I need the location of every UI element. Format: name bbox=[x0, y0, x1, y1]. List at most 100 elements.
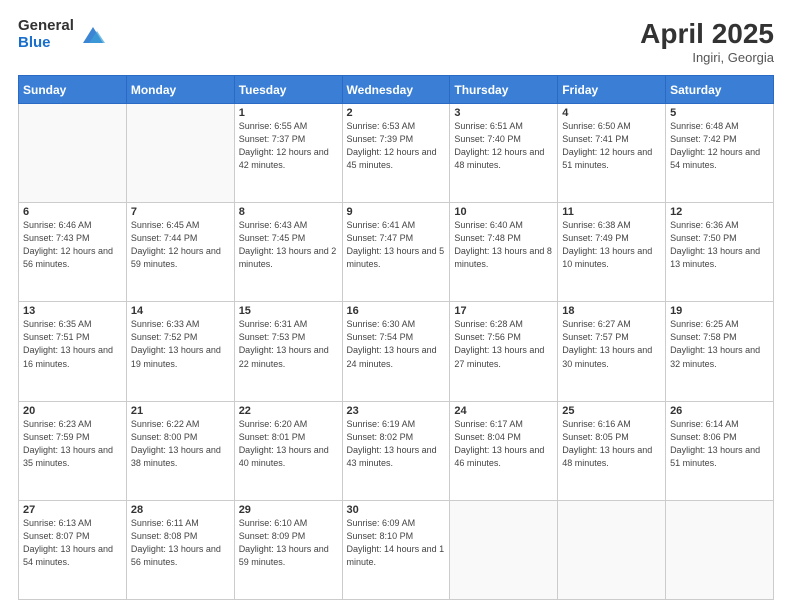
calendar-cell: 25Sunrise: 6:16 AMSunset: 8:05 PMDayligh… bbox=[558, 401, 666, 500]
day-number: 14 bbox=[131, 305, 230, 317]
day-number: 27 bbox=[23, 504, 122, 516]
calendar-cell: 20Sunrise: 6:23 AMSunset: 7:59 PMDayligh… bbox=[19, 401, 127, 500]
calendar-cell: 23Sunrise: 6:19 AMSunset: 8:02 PMDayligh… bbox=[342, 401, 450, 500]
day-number: 13 bbox=[23, 305, 122, 317]
calendar-cell: 26Sunrise: 6:14 AMSunset: 8:06 PMDayligh… bbox=[666, 401, 774, 500]
day-number: 23 bbox=[347, 405, 446, 417]
logo-icon bbox=[79, 21, 107, 49]
calendar-cell: 12Sunrise: 6:36 AMSunset: 7:50 PMDayligh… bbox=[666, 203, 774, 302]
day-info: Sunrise: 6:10 AMSunset: 8:09 PMDaylight:… bbox=[239, 517, 338, 569]
title-location: Ingiri, Georgia bbox=[640, 50, 774, 65]
day-number: 26 bbox=[670, 405, 769, 417]
day-info: Sunrise: 6:55 AMSunset: 7:37 PMDaylight:… bbox=[239, 120, 338, 172]
day-info: Sunrise: 6:13 AMSunset: 8:07 PMDaylight:… bbox=[23, 517, 122, 569]
calendar-cell bbox=[126, 104, 234, 203]
weekday-header-friday: Friday bbox=[558, 76, 666, 104]
logo-general: General bbox=[18, 18, 74, 35]
calendar-table: SundayMondayTuesdayWednesdayThursdayFrid… bbox=[18, 75, 774, 600]
calendar-cell: 2Sunrise: 6:53 AMSunset: 7:39 PMDaylight… bbox=[342, 104, 450, 203]
calendar-cell: 11Sunrise: 6:38 AMSunset: 7:49 PMDayligh… bbox=[558, 203, 666, 302]
day-info: Sunrise: 6:22 AMSunset: 8:00 PMDaylight:… bbox=[131, 418, 230, 470]
day-number: 4 bbox=[562, 107, 661, 119]
calendar-cell: 24Sunrise: 6:17 AMSunset: 8:04 PMDayligh… bbox=[450, 401, 558, 500]
calendar-cell: 4Sunrise: 6:50 AMSunset: 7:41 PMDaylight… bbox=[558, 104, 666, 203]
day-number: 22 bbox=[239, 405, 338, 417]
day-info: Sunrise: 6:31 AMSunset: 7:53 PMDaylight:… bbox=[239, 318, 338, 370]
calendar-cell: 15Sunrise: 6:31 AMSunset: 7:53 PMDayligh… bbox=[234, 302, 342, 401]
day-number: 10 bbox=[454, 206, 553, 218]
day-info: Sunrise: 6:11 AMSunset: 8:08 PMDaylight:… bbox=[131, 517, 230, 569]
calendar-cell: 30Sunrise: 6:09 AMSunset: 8:10 PMDayligh… bbox=[342, 500, 450, 599]
calendar-cell: 14Sunrise: 6:33 AMSunset: 7:52 PMDayligh… bbox=[126, 302, 234, 401]
day-info: Sunrise: 6:45 AMSunset: 7:44 PMDaylight:… bbox=[131, 219, 230, 271]
calendar-cell: 21Sunrise: 6:22 AMSunset: 8:00 PMDayligh… bbox=[126, 401, 234, 500]
week-row-5: 27Sunrise: 6:13 AMSunset: 8:07 PMDayligh… bbox=[19, 500, 774, 599]
calendar-cell: 1Sunrise: 6:55 AMSunset: 7:37 PMDaylight… bbox=[234, 104, 342, 203]
calendar-cell: 18Sunrise: 6:27 AMSunset: 7:57 PMDayligh… bbox=[558, 302, 666, 401]
logo-text: General Blue bbox=[18, 18, 74, 51]
day-info: Sunrise: 6:14 AMSunset: 8:06 PMDaylight:… bbox=[670, 418, 769, 470]
day-info: Sunrise: 6:53 AMSunset: 7:39 PMDaylight:… bbox=[347, 120, 446, 172]
day-info: Sunrise: 6:46 AMSunset: 7:43 PMDaylight:… bbox=[23, 219, 122, 271]
day-number: 12 bbox=[670, 206, 769, 218]
calendar-cell: 3Sunrise: 6:51 AMSunset: 7:40 PMDaylight… bbox=[450, 104, 558, 203]
calendar-cell: 9Sunrise: 6:41 AMSunset: 7:47 PMDaylight… bbox=[342, 203, 450, 302]
day-info: Sunrise: 6:23 AMSunset: 7:59 PMDaylight:… bbox=[23, 418, 122, 470]
day-info: Sunrise: 6:48 AMSunset: 7:42 PMDaylight:… bbox=[670, 120, 769, 172]
day-info: Sunrise: 6:51 AMSunset: 7:40 PMDaylight:… bbox=[454, 120, 553, 172]
day-info: Sunrise: 6:19 AMSunset: 8:02 PMDaylight:… bbox=[347, 418, 446, 470]
day-number: 18 bbox=[562, 305, 661, 317]
title-month: April 2025 bbox=[640, 18, 774, 50]
weekday-header-row: SundayMondayTuesdayWednesdayThursdayFrid… bbox=[19, 76, 774, 104]
day-number: 7 bbox=[131, 206, 230, 218]
day-number: 19 bbox=[670, 305, 769, 317]
header: General Blue April 2025 Ingiri, Georgia bbox=[18, 18, 774, 65]
week-row-1: 1Sunrise: 6:55 AMSunset: 7:37 PMDaylight… bbox=[19, 104, 774, 203]
calendar-cell bbox=[666, 500, 774, 599]
calendar-cell bbox=[19, 104, 127, 203]
day-number: 6 bbox=[23, 206, 122, 218]
weekday-header-thursday: Thursday bbox=[450, 76, 558, 104]
weekday-header-wednesday: Wednesday bbox=[342, 76, 450, 104]
calendar-cell: 7Sunrise: 6:45 AMSunset: 7:44 PMDaylight… bbox=[126, 203, 234, 302]
week-row-2: 6Sunrise: 6:46 AMSunset: 7:43 PMDaylight… bbox=[19, 203, 774, 302]
day-number: 2 bbox=[347, 107, 446, 119]
day-number: 11 bbox=[562, 206, 661, 218]
calendar-cell: 28Sunrise: 6:11 AMSunset: 8:08 PMDayligh… bbox=[126, 500, 234, 599]
page: General Blue April 2025 Ingiri, Georgia … bbox=[0, 0, 792, 612]
day-number: 17 bbox=[454, 305, 553, 317]
day-number: 3 bbox=[454, 107, 553, 119]
day-number: 25 bbox=[562, 405, 661, 417]
day-number: 20 bbox=[23, 405, 122, 417]
day-info: Sunrise: 6:27 AMSunset: 7:57 PMDaylight:… bbox=[562, 318, 661, 370]
weekday-header-sunday: Sunday bbox=[19, 76, 127, 104]
calendar-cell: 5Sunrise: 6:48 AMSunset: 7:42 PMDaylight… bbox=[666, 104, 774, 203]
day-info: Sunrise: 6:16 AMSunset: 8:05 PMDaylight:… bbox=[562, 418, 661, 470]
day-info: Sunrise: 6:35 AMSunset: 7:51 PMDaylight:… bbox=[23, 318, 122, 370]
calendar-cell: 17Sunrise: 6:28 AMSunset: 7:56 PMDayligh… bbox=[450, 302, 558, 401]
day-info: Sunrise: 6:25 AMSunset: 7:58 PMDaylight:… bbox=[670, 318, 769, 370]
day-info: Sunrise: 6:20 AMSunset: 8:01 PMDaylight:… bbox=[239, 418, 338, 470]
weekday-header-tuesday: Tuesday bbox=[234, 76, 342, 104]
day-number: 30 bbox=[347, 504, 446, 516]
day-number: 16 bbox=[347, 305, 446, 317]
calendar-cell: 8Sunrise: 6:43 AMSunset: 7:45 PMDaylight… bbox=[234, 203, 342, 302]
logo-blue: Blue bbox=[18, 35, 74, 52]
calendar-cell: 19Sunrise: 6:25 AMSunset: 7:58 PMDayligh… bbox=[666, 302, 774, 401]
calendar-cell: 13Sunrise: 6:35 AMSunset: 7:51 PMDayligh… bbox=[19, 302, 127, 401]
calendar-cell bbox=[558, 500, 666, 599]
day-number: 28 bbox=[131, 504, 230, 516]
day-info: Sunrise: 6:40 AMSunset: 7:48 PMDaylight:… bbox=[454, 219, 553, 271]
day-number: 24 bbox=[454, 405, 553, 417]
day-number: 5 bbox=[670, 107, 769, 119]
day-info: Sunrise: 6:30 AMSunset: 7:54 PMDaylight:… bbox=[347, 318, 446, 370]
day-info: Sunrise: 6:50 AMSunset: 7:41 PMDaylight:… bbox=[562, 120, 661, 172]
calendar-cell: 27Sunrise: 6:13 AMSunset: 8:07 PMDayligh… bbox=[19, 500, 127, 599]
calendar-cell bbox=[450, 500, 558, 599]
weekday-header-saturday: Saturday bbox=[666, 76, 774, 104]
day-info: Sunrise: 6:36 AMSunset: 7:50 PMDaylight:… bbox=[670, 219, 769, 271]
day-number: 21 bbox=[131, 405, 230, 417]
day-number: 29 bbox=[239, 504, 338, 516]
day-number: 9 bbox=[347, 206, 446, 218]
day-info: Sunrise: 6:41 AMSunset: 7:47 PMDaylight:… bbox=[347, 219, 446, 271]
